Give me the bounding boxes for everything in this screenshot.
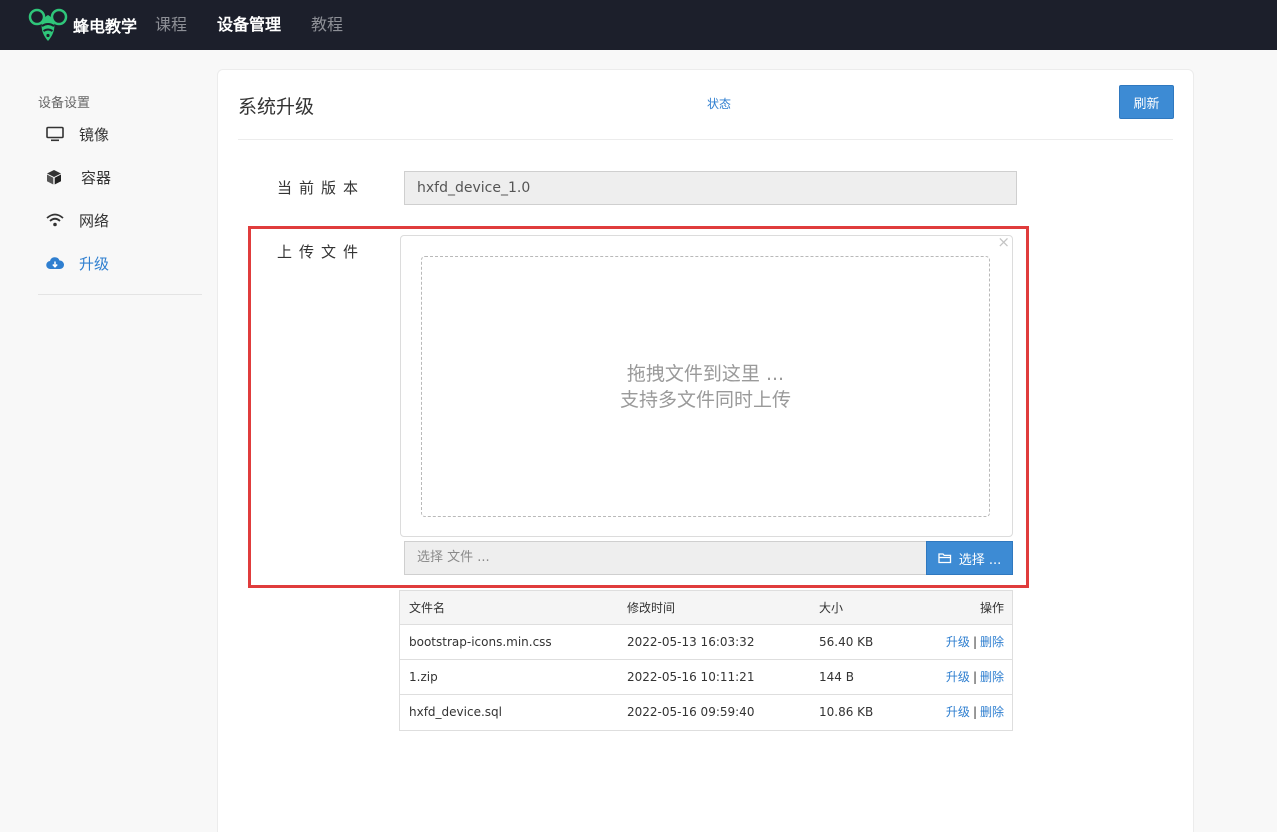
box-icon	[46, 167, 66, 187]
action-separator: |	[972, 635, 977, 649]
close-icon[interactable]: ×	[997, 233, 1010, 251]
table-row: hxfd_device.sql 2022-05-16 09:59:40 10.8…	[400, 695, 1012, 730]
table-header-row: 文件名 修改时间 大小 操作	[400, 591, 1012, 625]
choose-file-button[interactable]: 选择 ...	[926, 541, 1013, 575]
file-time: 2022-05-16 10:11:21	[627, 670, 755, 684]
choose-file-label: 选择 ...	[958, 552, 1002, 568]
file-size: 56.40 KB	[819, 635, 874, 649]
file-size: 10.86 KB	[819, 705, 874, 719]
sidebar-title: 设备设置	[38, 96, 91, 111]
header-modified-time: 修改时间	[627, 601, 676, 615]
nav-tutorials[interactable]: 教程	[311, 15, 343, 35]
header-filename: 文件名	[409, 601, 446, 615]
drop-hint-line1: 拖拽文件到这里 ...	[626, 362, 785, 385]
sidebar-divider	[38, 294, 202, 295]
bee-logo-icon	[28, 8, 68, 41]
drop-target[interactable]: 拖拽文件到这里 ... 支持多文件同时上传	[421, 256, 990, 517]
file-table: 文件名 修改时间 大小 操作 bootstrap-icons.min.css 2…	[399, 590, 1013, 731]
refresh-button[interactable]: 刷新	[1119, 85, 1174, 119]
sidebar-item-label: 容器	[81, 168, 112, 187]
upgrade-link[interactable]: 升级	[946, 670, 970, 684]
row-actions: 升级 | 删除	[946, 695, 1004, 729]
upload-file-label: 上传文件	[277, 243, 366, 261]
file-name: bootstrap-icons.min.css	[409, 635, 552, 649]
wifi-icon	[46, 210, 66, 230]
upgrade-link[interactable]: 升级	[946, 705, 970, 719]
file-dropzone[interactable]: × 拖拽文件到这里 ... 支持多文件同时上传	[400, 233, 1013, 537]
current-version-label: 当前版本	[277, 179, 366, 197]
file-time: 2022-05-16 09:59:40	[627, 705, 755, 719]
sidebar-item-label: 网络	[79, 211, 110, 230]
delete-link[interactable]: 删除	[980, 635, 1004, 649]
header-actions: 操作	[979, 601, 1004, 615]
delete-link[interactable]: 删除	[980, 705, 1004, 719]
folder-open-icon	[938, 553, 951, 564]
panel-divider	[238, 139, 1173, 140]
drop-hint-line2: 支持多文件同时上传	[619, 388, 791, 411]
page-title: 系统升级	[238, 96, 315, 118]
row-actions: 升级 | 删除	[946, 625, 1004, 659]
sidebar-item-network[interactable]: 网络	[46, 209, 109, 231]
file-size: 144 B	[819, 670, 854, 684]
cloud-download-icon	[46, 253, 66, 273]
action-separator: |	[972, 705, 977, 719]
sidebar-item-label: 升级	[79, 254, 110, 273]
top-navbar: 蜂电教学 课程 设备管理 教程	[0, 0, 1277, 50]
current-version-field: hxfd_device_1.0	[404, 171, 1017, 205]
table-row: bootstrap-icons.min.css 2022-05-13 16:03…	[400, 625, 1012, 660]
sidebar-item-container[interactable]: 容器	[46, 166, 111, 188]
sidebar-item-label: 镜像	[79, 125, 110, 144]
sidebar-item-mirror[interactable]: 镜像	[46, 123, 109, 145]
status-link[interactable]: 状态	[707, 95, 731, 112]
brand-name: 蜂电教学	[73, 17, 138, 36]
row-actions: 升级 | 删除	[946, 660, 1004, 694]
brand[interactable]: 蜂电教学	[26, 7, 137, 43]
action-separator: |	[972, 670, 977, 684]
header-size: 大小	[819, 601, 844, 615]
table-row: 1.zip 2022-05-16 10:11:21 144 B 升级 | 删除	[400, 660, 1012, 695]
file-name: hxfd_device.sql	[409, 705, 502, 719]
monitor-icon	[46, 124, 66, 144]
nav-courses[interactable]: 课程	[155, 15, 187, 35]
delete-link[interactable]: 删除	[980, 670, 1004, 684]
sidebar-item-upgrade[interactable]: 升级	[46, 252, 109, 274]
file-input[interactable]: 选择 文件 ...	[404, 541, 927, 575]
upgrade-panel: 系统升级 状态 刷新 当前版本 hxfd_device_1.0 上传文件 × 拖…	[217, 69, 1194, 832]
file-name: 1.zip	[409, 670, 438, 684]
file-time: 2022-05-13 16:03:32	[627, 635, 755, 649]
nav-device-management[interactable]: 设备管理	[217, 15, 281, 35]
upgrade-link[interactable]: 升级	[946, 635, 970, 649]
